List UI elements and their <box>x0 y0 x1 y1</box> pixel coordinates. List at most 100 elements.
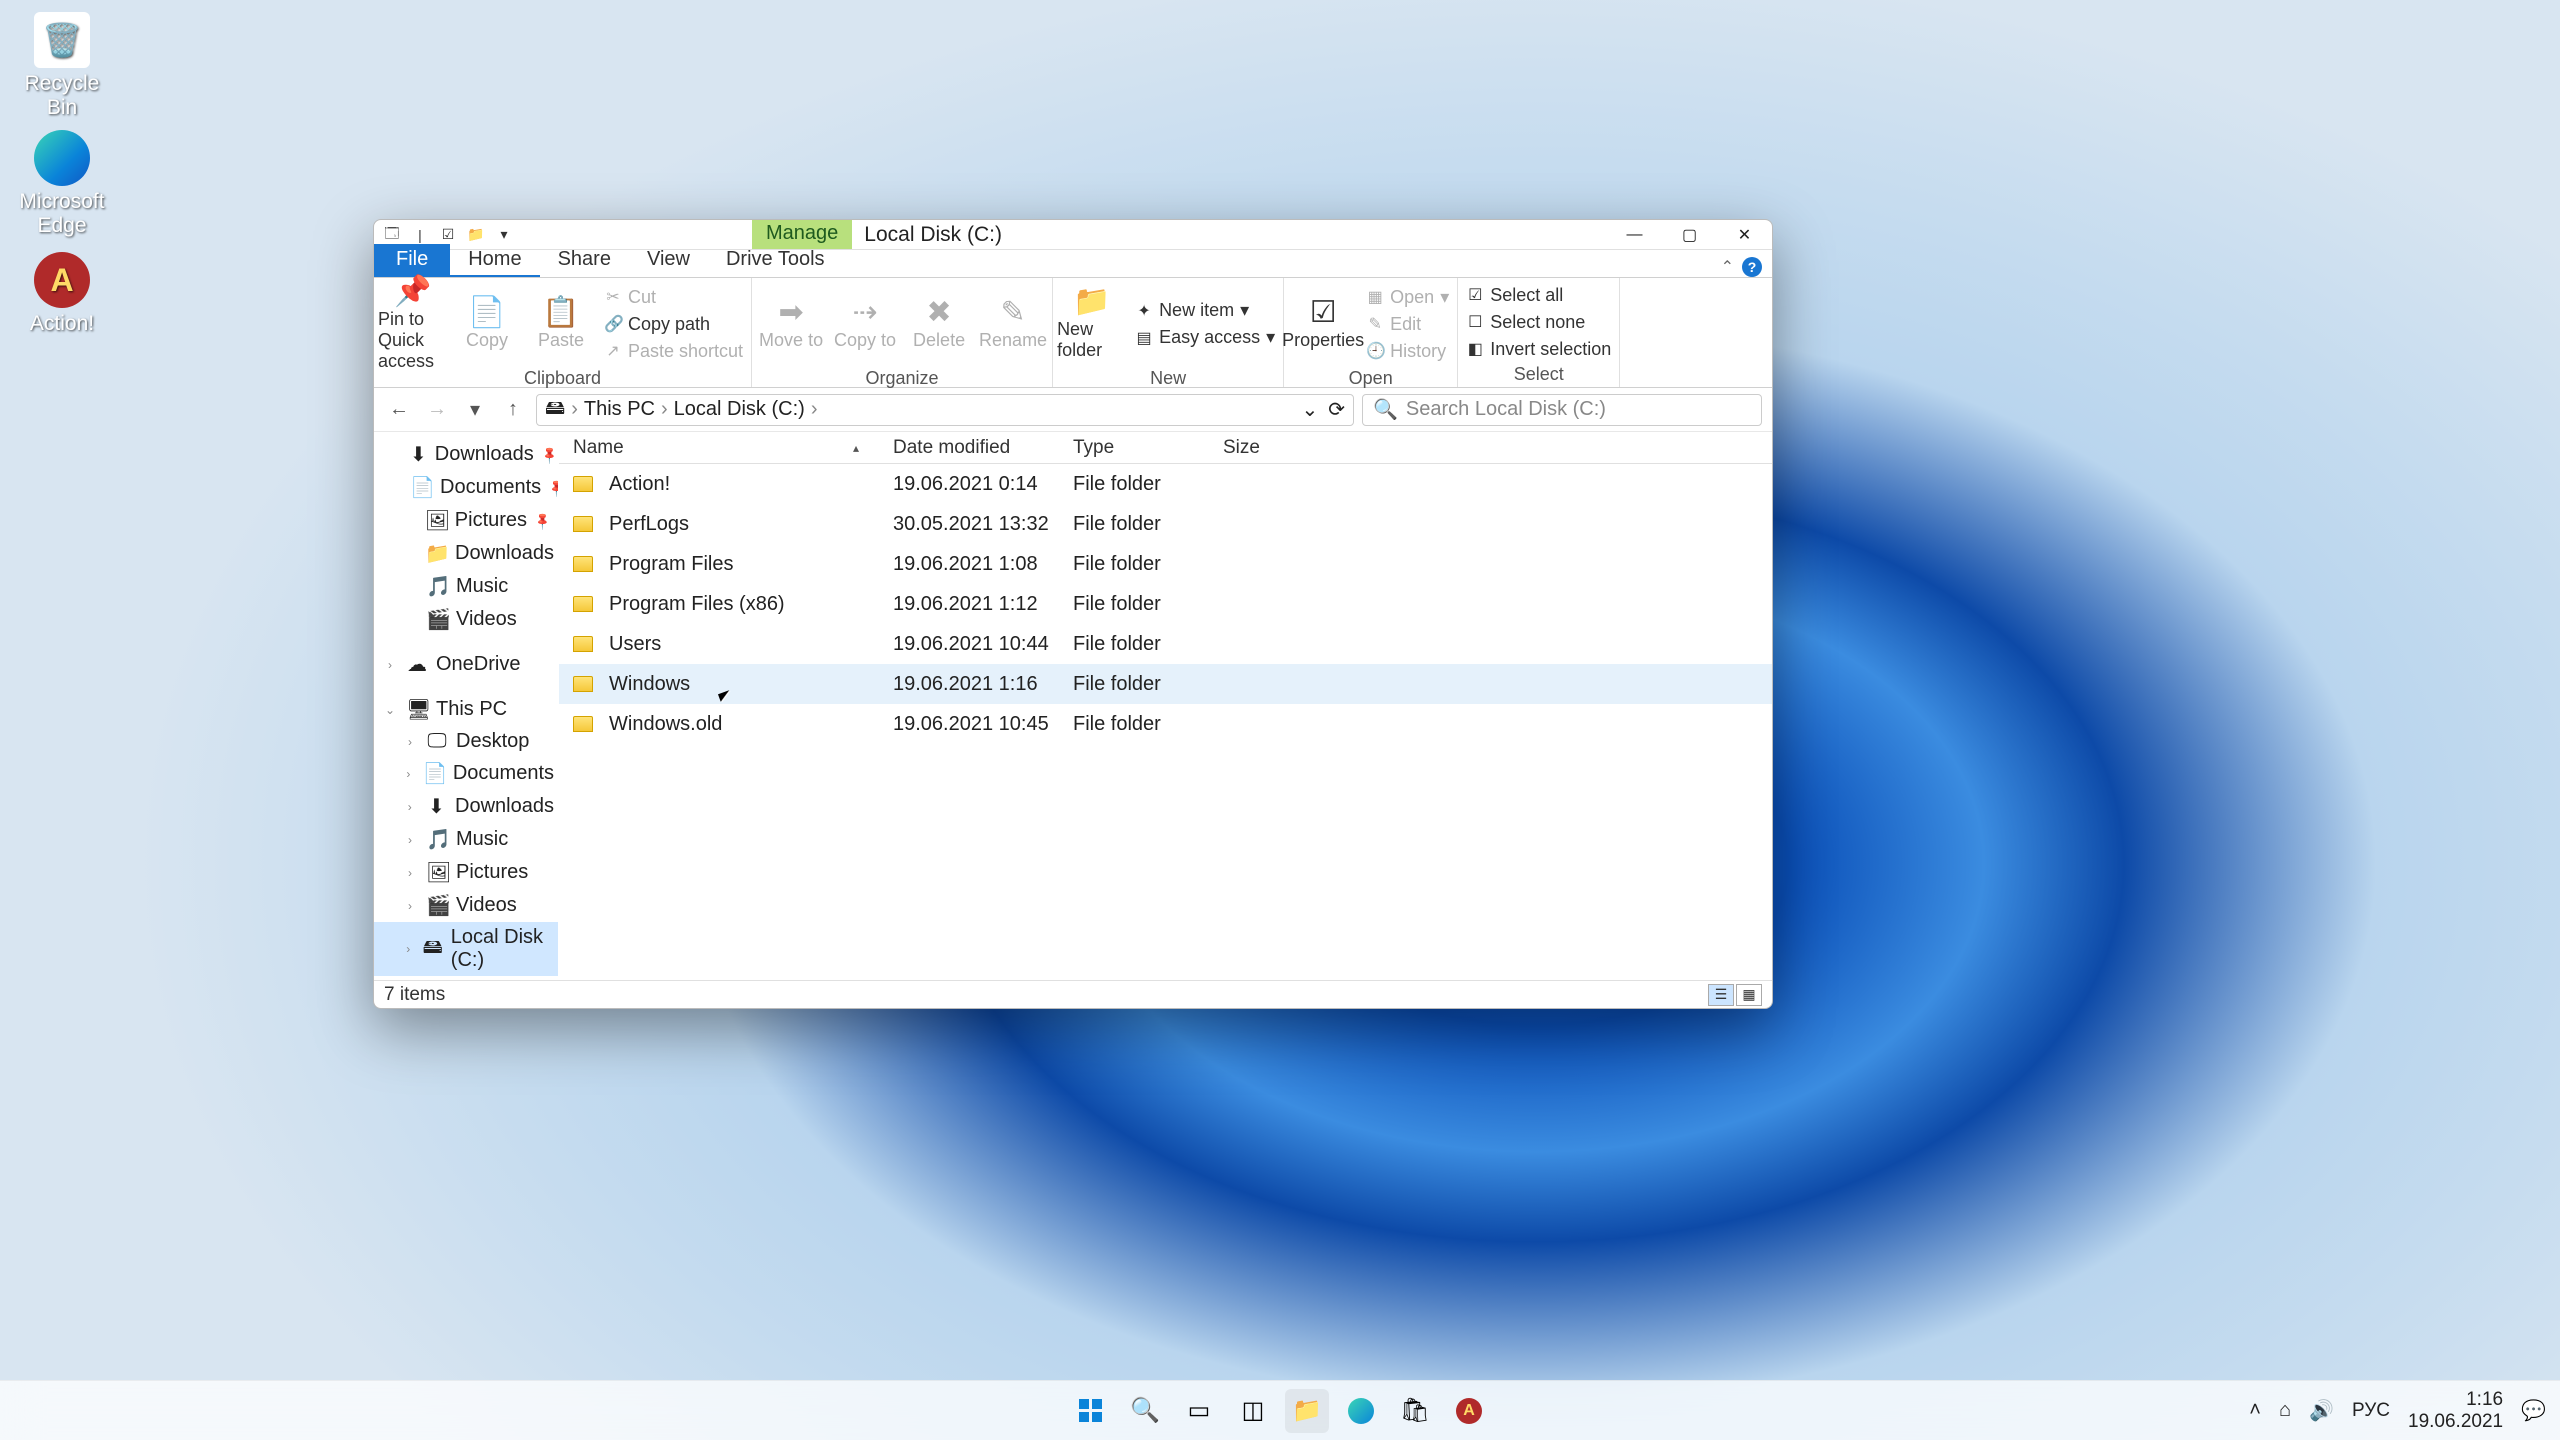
pin-to-quick-access-button[interactable]: 📌Pin to Quick access <box>378 282 448 366</box>
taskbar-store[interactable]: 🛍 <box>1393 1389 1437 1433</box>
select-all-button[interactable]: ☑Select all <box>1462 283 1615 308</box>
cut-button[interactable]: ✂Cut <box>600 285 747 310</box>
nav-documents-2[interactable]: ›📄Documents <box>374 757 558 790</box>
tab-view[interactable]: View <box>629 244 708 277</box>
taskbar-action[interactable]: A <box>1447 1389 1491 1433</box>
maximize-button[interactable]: ▢ <box>1662 220 1717 249</box>
file-row[interactable]: Windows.old19.06.2021 10:45File folder <box>559 704 1772 744</box>
file-row[interactable]: PerfLogs30.05.2021 13:32File folder <box>559 504 1772 544</box>
tab-home[interactable]: Home <box>450 244 539 277</box>
desktop-icon-action[interactable]: A Action! <box>12 252 112 336</box>
taskbar[interactable]: 🔍 ▭ ◫ 📁 🛍 A ˄ ⌂ 🔊 РУС 1:16 19.06.2021 💬 <box>0 1380 2560 1440</box>
history-button[interactable]: 🕘History <box>1362 339 1453 364</box>
taskbar-widgets[interactable]: ◫ <box>1231 1389 1275 1433</box>
nav-music-2[interactable]: ›🎵Music <box>374 823 558 856</box>
nav-documents[interactable]: 📄Documents <box>374 471 558 504</box>
nav-pictures[interactable]: 🖼Pictures <box>374 504 558 537</box>
chevron-right-icon[interactable]: › <box>811 398 818 421</box>
edit-button[interactable]: ✎Edit <box>1362 312 1453 337</box>
file-rows[interactable]: Action!19.06.2021 0:14File folderPerfLog… <box>559 464 1772 980</box>
tray-overflow-button[interactable]: ˄ <box>2249 1399 2261 1422</box>
view-large-icons-button[interactable]: ▦ <box>1736 984 1762 1006</box>
desktop-icon-edge[interactable]: Microsoft Edge <box>12 130 112 238</box>
copy-to-button[interactable]: ⇢Copy to <box>830 282 900 366</box>
properties-button[interactable]: ☑Properties <box>1288 282 1358 366</box>
taskbar-clock[interactable]: 1:16 19.06.2021 <box>2408 1389 2503 1433</box>
paste-shortcut-button[interactable]: ↗Paste shortcut <box>600 339 747 364</box>
search-box[interactable]: 🔍 Search Local Disk (C:) <box>1362 394 1762 426</box>
rename-button[interactable]: ✎Rename <box>978 282 1048 366</box>
history-icon: 🕘 <box>1366 341 1384 361</box>
nav-local-disk-d[interactable]: ›🖴Local Disk (D:) <box>374 976 558 980</box>
taskbar-task-view[interactable]: ▭ <box>1177 1389 1221 1433</box>
open-button[interactable]: ▦Open ▾ <box>1362 285 1453 310</box>
ribbon-tabstrip: File Home Share View Drive Tools ⌃ ? <box>374 250 1772 278</box>
move-to-button[interactable]: ➡Move to <box>756 282 826 366</box>
file-row[interactable]: Action!19.06.2021 0:14File folder <box>559 464 1772 504</box>
file-row[interactable]: Windows19.06.2021 1:16File folder <box>559 664 1772 704</box>
column-date[interactable]: Date modified <box>879 437 1059 459</box>
nav-pictures-2[interactable]: ›🖼Pictures <box>374 856 558 889</box>
recent-dropdown[interactable]: ▾ <box>460 395 490 425</box>
address-bar[interactable]: 🖴 › This PC › Local Disk (C:) › ⌄ ⟳ <box>536 394 1354 426</box>
address-dropdown-button[interactable]: ⌄ <box>1301 397 1318 422</box>
collapse-icon[interactable]: ⌄ <box>382 703 398 717</box>
file-row[interactable]: Program Files19.06.2021 1:08File folder <box>559 544 1772 584</box>
taskbar-edge[interactable] <box>1339 1389 1383 1433</box>
new-item-button[interactable]: ✦New item ▾ <box>1131 298 1279 323</box>
tray-volume-icon[interactable]: 🔊 <box>2309 1398 2334 1423</box>
file-row[interactable]: Program Files (x86)19.06.2021 1:12File f… <box>559 584 1772 624</box>
help-button[interactable]: ? <box>1742 257 1762 277</box>
select-none-button[interactable]: ☐Select none <box>1462 310 1615 335</box>
copy-button[interactable]: 📄Copy <box>452 282 522 366</box>
tray-language[interactable]: РУС <box>2352 1400 2390 1422</box>
tray-network-icon[interactable]: ⌂ <box>2279 1399 2291 1422</box>
close-button[interactable]: ✕ <box>1717 220 1772 249</box>
chevron-right-icon[interactable]: › <box>571 398 578 421</box>
desktop-icon-recycle-bin[interactable]: 🗑️ Recycle Bin <box>12 12 112 120</box>
expand-icon[interactable]: › <box>382 658 398 672</box>
breadcrumb-local-disk-c[interactable]: Local Disk (C:) <box>674 398 805 421</box>
notifications-button[interactable]: 💬 <box>2521 1398 2546 1423</box>
chevron-right-icon[interactable]: › <box>661 398 668 421</box>
breadcrumb-this-pc[interactable]: This PC <box>584 398 655 421</box>
column-size[interactable]: Size <box>1209 437 1329 459</box>
tab-drive-tools[interactable]: Drive Tools <box>708 244 843 277</box>
ribbon-collapse-button[interactable]: ⌃ <box>1721 257 1734 277</box>
nav-videos-2[interactable]: ›🎬Videos <box>374 889 558 922</box>
file-row[interactable]: Users19.06.2021 10:44File folder <box>559 624 1772 664</box>
taskbar-search[interactable]: 🔍 <box>1123 1389 1167 1433</box>
back-button[interactable]: ← <box>384 395 414 425</box>
nav-local-disk-c[interactable]: ›🖴Local Disk (C:) <box>374 922 558 976</box>
nav-music[interactable]: 🎵Music <box>374 570 558 603</box>
explorer-window: 🗔 | ☑ 📁 ▾ Manage Local Disk (C:) — ▢ ✕ F… <box>373 219 1773 1009</box>
column-type[interactable]: Type <box>1059 437 1209 459</box>
qa-properties-icon[interactable]: ☑ <box>438 225 458 245</box>
start-button[interactable] <box>1069 1389 1113 1433</box>
view-details-button[interactable]: ☰ <box>1708 984 1734 1006</box>
refresh-button[interactable]: ⟳ <box>1328 397 1345 422</box>
up-button[interactable]: ↑ <box>498 395 528 425</box>
nav-this-pc[interactable]: ⌄🖥This PC <box>374 693 558 726</box>
invert-selection-button[interactable]: ◧Invert selection <box>1462 337 1615 362</box>
tab-file[interactable]: File <box>374 244 450 277</box>
column-name[interactable]: Name▴ <box>559 437 879 459</box>
easy-access-button[interactable]: ▤Easy access ▾ <box>1131 325 1279 350</box>
paste-button[interactable]: 📋Paste <box>526 282 596 366</box>
nav-downloads-3[interactable]: ›⬇Downloads <box>374 790 558 823</box>
nav-onedrive[interactable]: ›☁OneDrive <box>374 648 558 681</box>
nav-desktop[interactable]: ›🖵Desktop <box>374 726 558 757</box>
navigation-pane[interactable]: ⬇Downloads 📄Documents 🖼Pictures 📁Downloa… <box>374 432 559 980</box>
qa-customize-dropdown[interactable]: ▾ <box>494 225 514 245</box>
taskbar-explorer[interactable]: 📁 <box>1285 1389 1329 1433</box>
minimize-button[interactable]: — <box>1607 220 1662 249</box>
qa-newfolder-icon[interactable]: 📁 <box>466 225 486 245</box>
new-folder-button[interactable]: 📁New folder <box>1057 282 1127 366</box>
delete-button[interactable]: ✖Delete <box>904 282 974 366</box>
nav-downloads-2[interactable]: 📁Downloads <box>374 537 558 570</box>
tab-share[interactable]: Share <box>540 244 629 277</box>
forward-button[interactable]: → <box>422 395 452 425</box>
nav-videos[interactable]: 🎬Videos <box>374 603 558 636</box>
nav-downloads[interactable]: ⬇Downloads <box>374 438 558 471</box>
copy-path-button[interactable]: 🔗Copy path <box>600 312 747 337</box>
